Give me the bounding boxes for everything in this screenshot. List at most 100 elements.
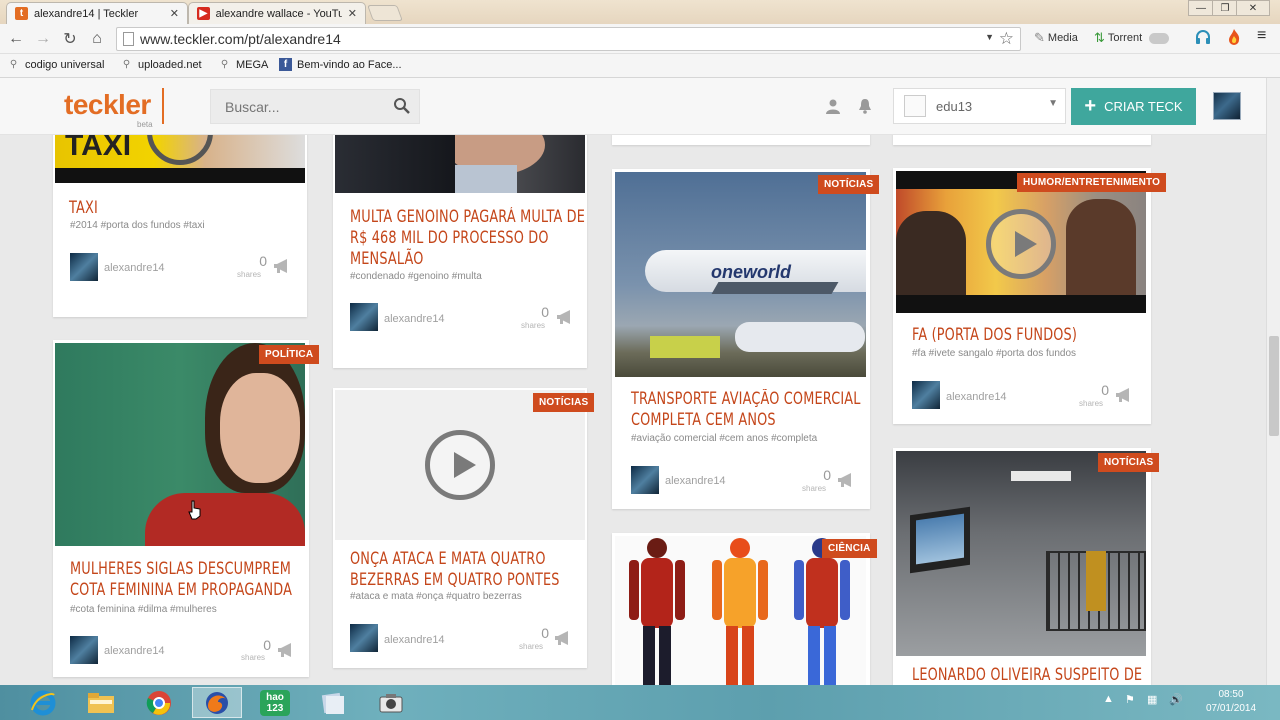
author-avatar[interactable] <box>70 636 98 664</box>
media-extension[interactable]: ✎ Media <box>1034 30 1078 46</box>
minimize-icon[interactable]: — <box>1188 0 1214 16</box>
author-name[interactable]: alexandre14 <box>104 645 165 657</box>
play-icon[interactable] <box>986 209 1056 279</box>
new-tab-button[interactable] <box>367 5 403 21</box>
post-title[interactable]: TRANSPORTE AVIAÇÃO COMERCIAL COMPLETA CE… <box>631 388 861 430</box>
post-thumbnail[interactable] <box>896 451 1146 656</box>
system-clock[interactable]: 08:50 07/01/2014 <box>1196 688 1266 716</box>
author-name[interactable]: alexandre14 <box>665 475 726 487</box>
category-badge[interactable]: NOTÍCIAS <box>818 175 880 194</box>
home-icon[interactable]: ⌂ <box>87 29 107 49</box>
author-name[interactable]: alexandre14 <box>104 262 165 274</box>
menu-icon[interactable]: ≡ <box>1257 27 1266 45</box>
bookmark-star-icon[interactable]: ☆ <box>999 29 1014 49</box>
bookmark-item[interactable]: ⚲ uploaded.net <box>120 58 202 71</box>
post-tags[interactable]: #condenado #genoino #multa <box>350 271 482 282</box>
megaphone-icon[interactable] <box>277 642 295 658</box>
category-badge[interactable]: HUMOR/ENTRETENIMENTO <box>1017 173 1167 192</box>
play-icon[interactable] <box>425 430 495 500</box>
post-tags[interactable]: #aviação comercial #cem anos #completa <box>631 433 817 444</box>
post-title[interactable]: MULTA GENOINO PAGARÁ MULTA DE R$ 468 MIL… <box>350 206 585 269</box>
author-avatar[interactable] <box>350 303 378 331</box>
close-tab-icon[interactable]: ✕ <box>170 7 179 20</box>
post-tags[interactable]: #2014 #porta dos fundos #taxi <box>70 220 205 231</box>
internet-explorer-icon[interactable] <box>18 687 68 718</box>
post-title[interactable]: FA (PORTA DOS FUNDOS) <box>912 324 1077 345</box>
reload-icon[interactable]: ↻ <box>60 29 80 49</box>
camera-icon[interactable] <box>366 687 416 718</box>
close-tab-icon[interactable]: ✕ <box>348 7 357 20</box>
author-name[interactable]: alexandre14 <box>384 634 445 646</box>
post-card[interactable]: NOTÍCIAS LEONARDO OLIVEIRA SUSPEITO DE <box>893 448 1160 685</box>
author-avatar[interactable] <box>912 381 940 409</box>
firefox-icon[interactable] <box>192 687 242 718</box>
megaphone-icon[interactable] <box>273 258 291 274</box>
show-hidden-icons-icon[interactable]: ▲ <box>1103 693 1114 705</box>
post-tags[interactable]: #cota feminina #dilma #mulheres <box>70 604 217 615</box>
post-title[interactable]: LEONARDO OLIVEIRA SUSPEITO DE <box>912 664 1142 685</box>
megaphone-icon[interactable] <box>556 309 574 325</box>
category-badge[interactable]: POLÍTICA <box>259 345 320 364</box>
megaphone-icon[interactable] <box>554 630 572 646</box>
dropdown-arrow-icon[interactable]: ▼ <box>985 32 994 42</box>
category-badge[interactable]: NOTÍCIAS <box>1098 453 1160 472</box>
tab-teckler[interactable]: t alexandre14 | Teckler ✕ <box>6 2 188 24</box>
author-avatar[interactable] <box>631 466 659 494</box>
user-icon[interactable] <box>825 98 841 119</box>
torrent-extension[interactable]: ⇅ Torrent <box>1094 30 1170 46</box>
network-icon[interactable]: ▦ <box>1147 693 1157 706</box>
post-thumbnail[interactable] <box>335 390 585 540</box>
headphones-icon[interactable] <box>1194 28 1212 46</box>
bookmark-item[interactable]: ⚲ MEGA <box>218 58 269 71</box>
search-input[interactable] <box>225 98 385 115</box>
author-avatar[interactable] <box>350 624 378 652</box>
post-card[interactable]: CIÊNCIA <box>612 533 877 685</box>
action-center-flag-icon[interactable]: ⚑ <box>1125 693 1135 706</box>
tab-youtube[interactable]: ▶ alexandre wallace - YouTu ✕ <box>188 2 366 24</box>
avatar[interactable] <box>1213 92 1241 120</box>
author-avatar[interactable] <box>70 253 98 281</box>
post-title[interactable]: MULHERES SIGLAS DESCUMPREM COTA FEMININA… <box>70 558 292 600</box>
close-window-icon[interactable]: ✕ <box>1236 0 1270 16</box>
post-card[interactable]: oneworld NOTÍCIAS TRANSPORTE AVIAÇÃO COM… <box>612 169 880 509</box>
megaphone-icon[interactable] <box>837 472 855 488</box>
post-thumbnail[interactable]: oneworld <box>615 172 866 377</box>
user-selector[interactable]: edu13 ▼ <box>893 88 1066 124</box>
back-arrow-icon[interactable]: ← <box>6 29 26 49</box>
fire-extension-icon[interactable] <box>1226 28 1242 46</box>
scrollbar-thumb[interactable] <box>1269 336 1279 436</box>
files-icon[interactable] <box>308 687 358 718</box>
post-thumbnail[interactable]: TAXI <box>55 135 305 183</box>
category-badge[interactable]: CIÊNCIA <box>822 539 877 558</box>
file-explorer-icon[interactable] <box>76 687 126 718</box>
author-name[interactable]: alexandre14 <box>946 391 1007 403</box>
search-icon[interactable] <box>393 97 411 118</box>
teckler-logo[interactable]: teckler <box>64 89 151 121</box>
post-title[interactable]: ONÇA ATACA E MATA QUATRO BEZERRAS EM QUA… <box>350 548 560 590</box>
bookmark-item[interactable]: f Bem-vindo ao Face... <box>279 58 402 71</box>
post-thumbnail[interactable] <box>335 135 585 193</box>
post-tags[interactable]: #ataca e mata #onça #quatro bezerras <box>350 591 522 602</box>
megaphone-icon[interactable] <box>1115 387 1133 403</box>
post-thumbnail[interactable] <box>55 343 305 546</box>
search-box[interactable] <box>210 89 420 124</box>
page-scrollbar[interactable] <box>1266 78 1280 685</box>
post-card[interactable]: MULTA GENOINO PAGARÁ MULTA DE R$ 468 MIL… <box>333 135 587 368</box>
category-badge[interactable]: NOTÍCIAS <box>533 393 595 412</box>
post-title[interactable]: TAXI <box>69 197 98 218</box>
post-card[interactable]: NOTÍCIAS ONÇA ATACA E MATA QUATRO BEZERR… <box>333 388 595 668</box>
bookmark-item[interactable]: ⚲ codigo universal <box>7 58 105 71</box>
bell-icon[interactable] <box>857 98 873 119</box>
address-bar[interactable]: www.teckler.com/pt/alexandre14 ▼ ☆ <box>116 27 1021 51</box>
author-name[interactable]: alexandre14 <box>384 313 445 325</box>
chrome-icon[interactable] <box>134 687 184 718</box>
create-teck-button[interactable]: + CRIAR TECK <box>1071 88 1196 125</box>
restore-icon[interactable]: ❐ <box>1212 0 1238 16</box>
post-card[interactable]: TAXI TAXI #2014 #porta dos fundos #taxi … <box>53 135 307 317</box>
post-tags[interactable]: #fa #ivete sangalo #porta dos fundos <box>912 348 1076 359</box>
toggle-icon[interactable] <box>1149 32 1170 44</box>
post-card[interactable]: HUMOR/ENTRETENIMENTO FA (PORTA DOS FUNDO… <box>893 168 1167 424</box>
post-thumbnail[interactable] <box>896 171 1146 313</box>
post-card[interactable]: POLÍTICA MULHERES SIGLAS DESCUMPREM COTA… <box>53 340 320 677</box>
post-thumbnail[interactable] <box>615 536 866 685</box>
